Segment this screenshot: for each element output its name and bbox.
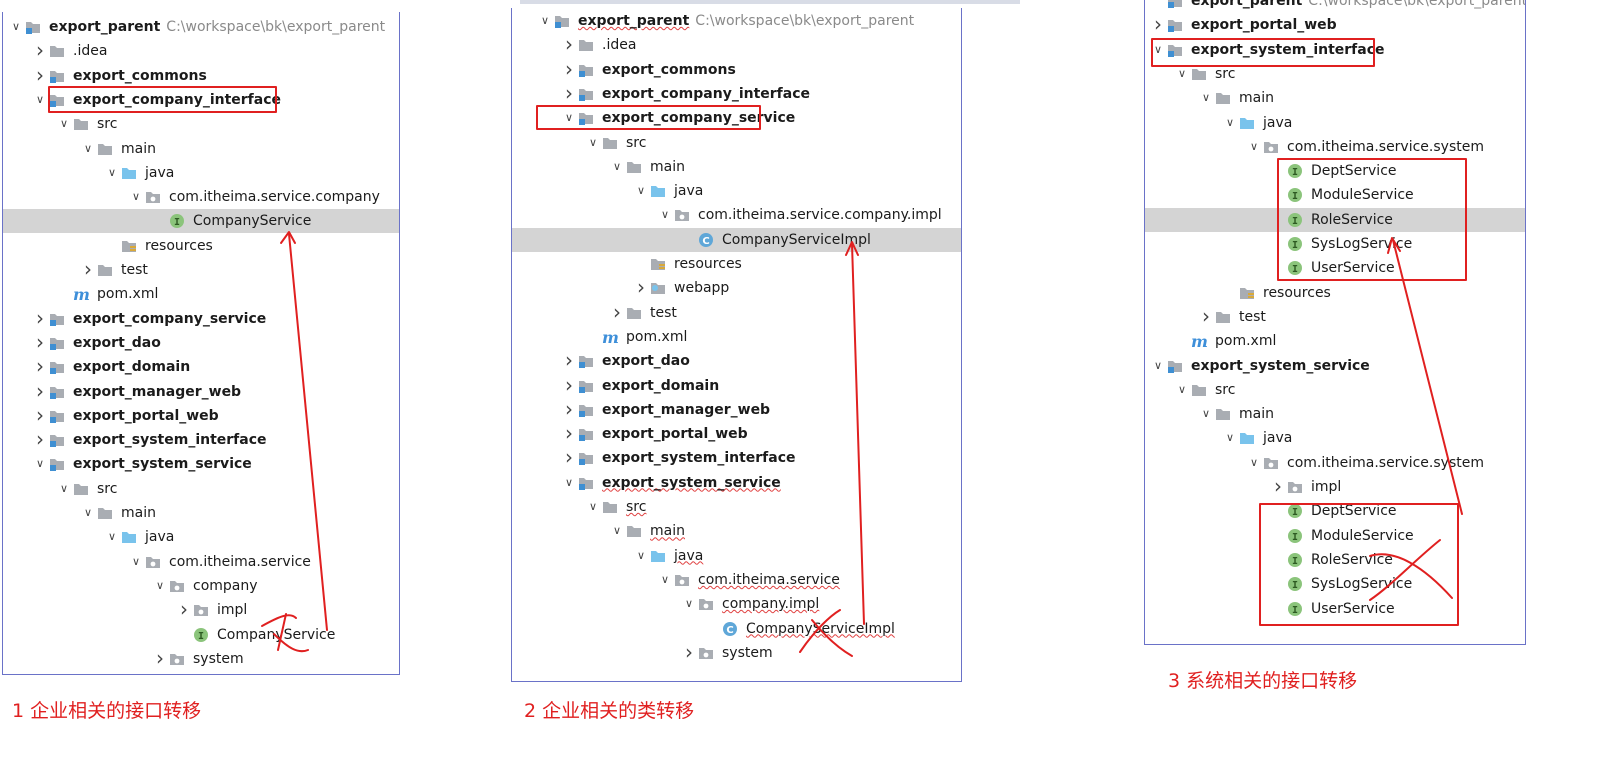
cross-mark-company-service-impl (799, 609, 841, 653)
highlight-box-system-service-interfaces (1259, 503, 1459, 626)
highlight-box-company-interface (48, 86, 277, 113)
move-arrow-head-1 (280, 231, 296, 244)
highlight-box-company-service (536, 105, 761, 130)
move-arrow-company-service-impl (851, 243, 865, 625)
highlight-box-system-interfaces-list (1277, 158, 1467, 281)
annotation-overlay (48, 38, 1467, 657)
move-arrow-company-interface (288, 233, 328, 631)
highlight-box-system-interface (1151, 38, 1375, 67)
move-arrow-system-interfaces (1392, 239, 1463, 515)
cross-mark-company-service (261, 614, 297, 627)
